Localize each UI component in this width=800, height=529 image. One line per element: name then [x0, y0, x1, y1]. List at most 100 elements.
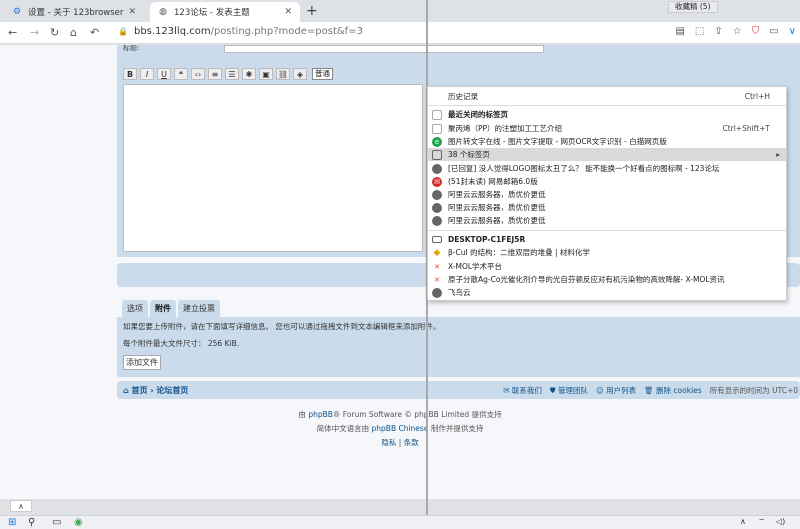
terms-link[interactable]: 条款	[404, 438, 419, 447]
chevron-up-icon[interactable]: ∧	[10, 500, 32, 512]
history-context-menu: 历史记录 Ctrl+H 最近关闭的标签页 聚丙烯（PP）的注塑加工工艺介绍 Ct…	[427, 86, 787, 301]
chevron-right-icon: ▸	[776, 150, 780, 159]
volume-icon[interactable]: ◁)	[776, 517, 785, 526]
attachment-panel: 如果您要上传附件，请在下面填写详细信息。 您也可以通过拖拽文件到文本编辑框来添加…	[117, 317, 800, 377]
subject-input[interactable]	[224, 45, 544, 53]
menu-item-device-4[interactable]: 飞鸟云	[428, 286, 786, 299]
url-path: /posting.php?mode=post&f=3	[210, 26, 363, 37]
message-textarea[interactable]	[123, 84, 423, 252]
menu-item-recent-6[interactable]: 阿里云云服务器，质优价更低	[428, 188, 786, 201]
tab-label: 设置 - 关于 123browser	[28, 8, 124, 18]
tab-label: 123论坛 - 发表主题	[174, 8, 250, 18]
menu-item-recent-2[interactable]: e 图片转文字在线 - 图片文字提取 - 网页OCR文字识别 - 白描网页版	[428, 135, 786, 148]
start-icon[interactable]: ⊞	[8, 517, 16, 528]
lock-icon: 🔒	[118, 27, 128, 36]
underline-button[interactable]: U	[157, 68, 171, 80]
attachment-help: 如果您要上传附件，请在下面填写详细信息。 您也可以通过拖拽文件到文本编辑框来添加…	[123, 322, 441, 331]
url-host: bbs.123llq.com	[133, 26, 211, 37]
phpbb-chinese-link[interactable]: phpBB Chinese	[372, 424, 429, 433]
task-view-icon[interactable]: ▭	[52, 517, 61, 528]
quote-button[interactable]: ❝	[174, 68, 188, 80]
code-button[interactable]: ‹›	[191, 68, 205, 80]
delete-cookies-link[interactable]: 🗑 删除 cookies	[644, 385, 702, 396]
extension-icon[interactable]: ▭	[769, 26, 778, 37]
home-icon[interactable]: ⌂	[70, 26, 77, 39]
close-icon[interactable]: ✕	[284, 7, 292, 17]
contact-link[interactable]: ✉ 联系我们	[503, 385, 542, 396]
copyright-line-1: 由 phpBB® Forum Software © phpBB Limited …	[298, 410, 502, 419]
toolbar-actions: ▤ ⬚ ⇪ ☆ ⛉ ▭ ∨	[675, 26, 796, 37]
star-icon[interactable]: ☆	[733, 26, 742, 37]
globe-icon	[432, 287, 442, 298]
bookmarks-button[interactable]: 收藏精 (5)	[668, 1, 718, 13]
globe-icon: ◍	[159, 7, 167, 17]
reload-icon[interactable]: ↻	[50, 26, 59, 39]
new-tab-button[interactable]: +	[306, 3, 318, 19]
os-taskbar: ⊞ ⚲ ▭ ◉ ∧ ⌔ ◁)	[0, 515, 800, 529]
team-link[interactable]: ⛊ 管理团队	[550, 385, 588, 396]
color-button[interactable]: ◈	[293, 68, 307, 80]
forward-icon[interactable]: →	[30, 26, 39, 39]
phpbb-link[interactable]: phpBB	[308, 410, 333, 419]
menu-header-recent: 最近关闭的标签页	[428, 108, 786, 121]
menu-item-device-2[interactable]: ✕ X-MOL学术平台	[428, 260, 786, 273]
menu-divider	[428, 230, 786, 231]
list-item-button[interactable]: ✱	[242, 68, 256, 80]
undo-icon[interactable]: ↶	[90, 26, 99, 39]
menu-item-device-3[interactable]: ✕ 原子分散Ag-Co光催化剂介导的光自芬顿反应对有机污染物的高效降解- X-M…	[428, 273, 786, 286]
menu-item-device-1[interactable]: ◆ β-CuI 的结构：二维双层的堆叠 | 材料化学	[428, 246, 786, 259]
chevron-right-icon: ›	[150, 386, 154, 395]
menu-item-recent-5[interactable]: ✉ (51封未读) 网易邮箱6.0版	[428, 175, 786, 188]
menu-item-recent-7[interactable]: 阿里云云服务器，质优价更低	[428, 201, 786, 214]
share-icon[interactable]: ⇪	[714, 26, 722, 37]
menu-item-tabs-group[interactable]: 38 个标签页 ▸	[428, 148, 786, 161]
window-icon	[432, 149, 442, 160]
attachment-maxsize: 每个附件最大文件尺寸： 256 KiB.	[123, 339, 240, 348]
subject-label: 标题:	[123, 45, 140, 52]
bold-button[interactable]: B	[123, 68, 137, 80]
search-icon[interactable]: ⚲	[28, 517, 35, 528]
globe-icon	[432, 202, 442, 213]
privacy-link[interactable]: 隐私	[381, 438, 396, 447]
breadcrumb-forum[interactable]: 论坛首页	[156, 386, 188, 395]
menu-item-recent-1[interactable]: 聚丙烯（PP）的注塑加工工艺介绍 Ctrl+Shift+T	[428, 122, 786, 135]
link-button[interactable]: ⛓	[276, 68, 290, 80]
menu-item-recent-8[interactable]: 阿里云云服务器，质优价更低	[428, 214, 786, 227]
menu-divider	[428, 105, 786, 106]
globe-icon	[432, 215, 442, 226]
list-button[interactable]: ≡	[208, 68, 222, 80]
footer-links: ✉ 联系我们 ⛊ 管理团队 ☺ 用户列表 🗑 删除 cookies 所有显示的时…	[503, 385, 798, 396]
ocr-icon: e	[432, 136, 442, 147]
breadcrumb-home[interactable]: 首页	[132, 386, 148, 395]
add-file-button[interactable]: 添加文件	[123, 355, 161, 370]
screenshot-icon[interactable]: ⬚	[695, 26, 704, 37]
page-icon	[432, 123, 442, 134]
tab-poll[interactable]: 建立投票	[178, 300, 220, 317]
gear-icon: ⚙	[12, 7, 22, 17]
back-icon[interactable]: ←	[8, 26, 17, 39]
members-link[interactable]: ☺ 用户列表	[596, 385, 636, 396]
close-icon[interactable]: ✕	[128, 7, 136, 17]
tab-forum-post[interactable]: ◍ 123论坛 - 发表主题 ✕	[150, 2, 300, 22]
menu-item-recent-4[interactable]: [已回复] 没人觉得LOGO图标太丑了么？ 能不能换一个好看点的图标啊 - 12…	[428, 162, 786, 175]
tray-chevron-icon[interactable]: ∧	[740, 517, 746, 526]
tab-attachments[interactable]: 附件	[150, 300, 176, 317]
policy-links: 隐私 | 条款	[381, 438, 419, 447]
address-bar[interactable]: 🔒 bbs.123llq.com/posting.php?mode=post&f=…	[118, 26, 363, 37]
format-toolbar: B I U ❝ ‹› ≡ ☰ ✱ ▣ ⛓ ◈ 普通	[123, 68, 333, 80]
tab-options[interactable]: 选项	[122, 300, 148, 317]
font-size-select[interactable]: 普通	[312, 68, 333, 80]
wifi-icon[interactable]: ⌔	[758, 517, 766, 527]
menu-item-history[interactable]: 历史记录 Ctrl+H	[428, 90, 786, 103]
extension-pocket-icon[interactable]: ⛉	[752, 26, 760, 37]
browser-icon[interactable]: ◉	[74, 517, 83, 528]
footer-navbar: ⌂ 首页 › 论坛首页 ✉ 联系我们 ⛊ 管理团队 ☺ 用户列表 🗑 删除 co…	[117, 381, 800, 399]
image-button[interactable]: ▣	[259, 68, 273, 80]
reader-icon[interactable]: ▤	[675, 26, 684, 37]
tab-settings[interactable]: ⚙ 设置 - 关于 123browser ✕	[4, 2, 144, 22]
laptop-icon	[432, 236, 442, 243]
ordered-list-button[interactable]: ☰	[225, 68, 239, 80]
italic-button[interactable]: I	[140, 68, 154, 80]
menu-icon[interactable]: ∨	[789, 26, 796, 37]
globe-icon	[432, 189, 442, 200]
